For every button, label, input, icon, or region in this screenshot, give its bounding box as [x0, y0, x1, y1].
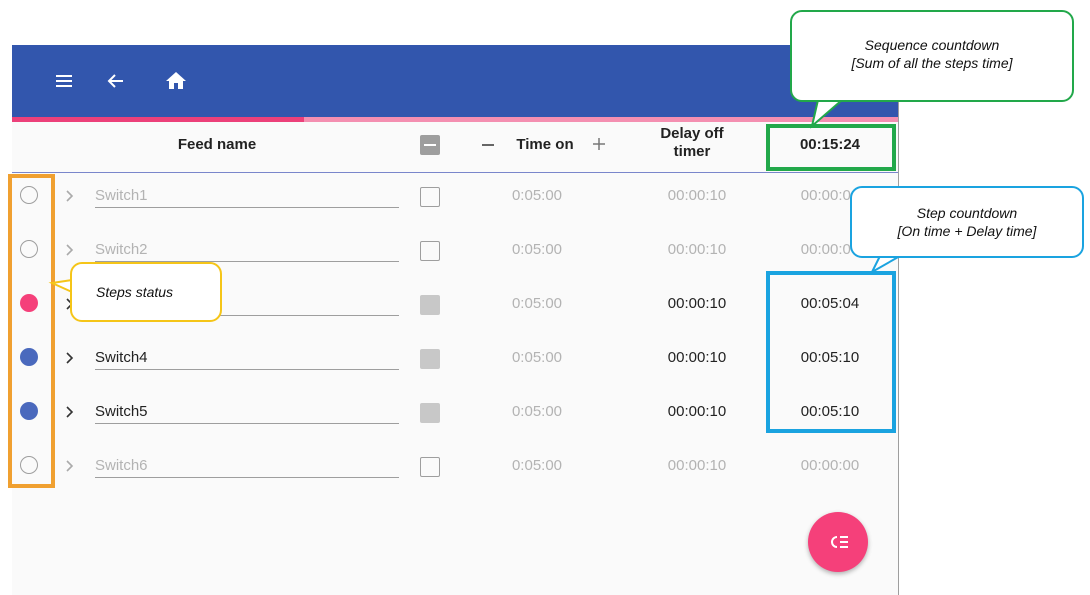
time-on-value[interactable]: 0:05:00 [482, 457, 592, 474]
delay-off-value[interactable]: 00:00:10 [642, 295, 752, 312]
chevron-right-icon[interactable] [63, 405, 77, 419]
row-checkbox[interactable] [420, 295, 440, 315]
step-callout-title: Step countdown [916, 205, 1018, 221]
feed-name-field[interactable]: Switch6 [95, 457, 399, 478]
select-all-checkbox[interactable] [420, 135, 440, 155]
time-on-value[interactable]: 0:05:00 [482, 241, 592, 258]
row-checkbox[interactable] [420, 403, 440, 423]
steps-status-highlight [8, 174, 55, 488]
header-time-on: Time on [516, 136, 574, 153]
decrease-time-button[interactable] [482, 144, 494, 146]
feed-name-field[interactable]: Switch5 [95, 403, 399, 424]
time-on-value[interactable]: 0:05:00 [482, 349, 592, 366]
row-checkbox[interactable] [420, 457, 440, 477]
header-feed-name: Feed name [177, 136, 257, 153]
delay-off-value[interactable]: 00:00:10 [642, 349, 752, 366]
row-checkbox[interactable] [420, 241, 440, 261]
step-countdown-callout: Step countdown [On time + Delay time] [850, 186, 1084, 258]
step-callout-detail: [On time + Delay time] [897, 223, 1037, 239]
row-checkbox[interactable] [420, 349, 440, 369]
chevron-right-icon[interactable] [63, 243, 77, 257]
feed-name-field[interactable]: Switch4 [95, 349, 399, 370]
menu-icon[interactable] [52, 69, 76, 93]
chevron-right-icon[interactable] [63, 459, 77, 473]
feed-name-field[interactable]: Switch2 [95, 241, 399, 262]
status-callout-text: Steps status [96, 284, 174, 300]
steps-status-callout: Steps status [70, 262, 222, 322]
chevron-right-icon[interactable] [63, 351, 77, 365]
indeterminate-icon [424, 144, 436, 146]
delay-off-value[interactable]: 00:00:10 [642, 457, 752, 474]
delay-off-value[interactable]: 00:00:10 [642, 403, 752, 420]
time-on-value[interactable]: 0:05:00 [482, 295, 592, 312]
sequence-fab-button[interactable] [808, 512, 868, 572]
sequence-icon [831, 536, 848, 548]
top-app-bar [12, 45, 898, 117]
plus-icon [593, 138, 605, 150]
chevron-right-icon[interactable] [63, 189, 77, 203]
total-countdown-highlight [766, 124, 896, 171]
sequence-countdown-callout: Sequence countdown [Sum of all the steps… [790, 10, 1074, 102]
time-on-value[interactable]: 0:05:00 [482, 187, 592, 204]
table-row: Switch6 0:05:00 00:00:10 00:00:00 [12, 442, 898, 496]
feed-name-field[interactable]: Switch1 [95, 187, 399, 208]
delay-off-value[interactable]: 00:00:10 [642, 241, 752, 258]
delay-off-value[interactable]: 00:00:10 [642, 187, 752, 204]
home-icon[interactable] [164, 69, 188, 93]
increase-time-button[interactable] [592, 137, 606, 151]
table-row: Switch1 0:05:00 00:00:10 00:00:00 [12, 172, 898, 226]
row-checkbox[interactable] [420, 187, 440, 207]
step-countdown-highlight [766, 271, 896, 433]
time-on-value[interactable]: 0:05:00 [482, 403, 592, 420]
sequence-callout-title: Sequence countdown [864, 37, 1000, 53]
header-delay-off: Delay off timer [660, 125, 724, 160]
step-countdown-value: 00:00:00 [800, 457, 860, 474]
sequence-callout-detail: [Sum of all the steps time] [851, 55, 1013, 71]
arrow-back-icon[interactable] [104, 69, 128, 93]
